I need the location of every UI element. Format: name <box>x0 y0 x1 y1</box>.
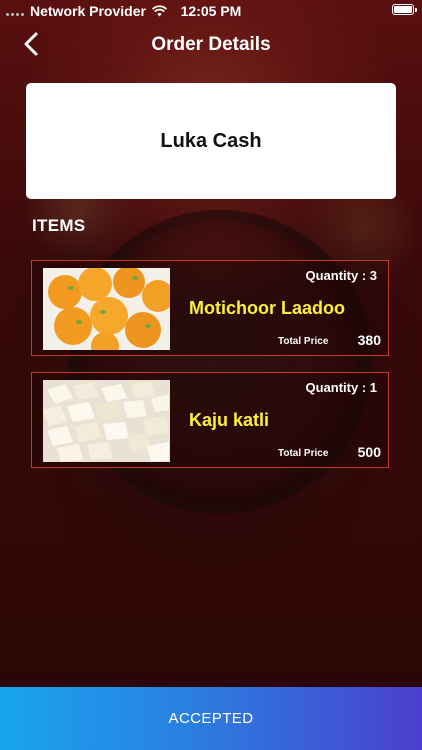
laddoo-photo <box>43 268 170 350</box>
item-name: Motichoor Laadoo <box>189 298 345 318</box>
order-item[interactable]: Quantity : 1 Kaju katli Total Price 500 <box>31 372 389 468</box>
item-quantity: Quantity : 1 <box>305 380 377 395</box>
page-title: Order Details <box>151 34 271 55</box>
order-item[interactable]: Quantity : 3 Motichoor Laadoo Total Pric… <box>31 260 389 356</box>
accepted-button-label: ACCEPTED <box>168 710 254 727</box>
total-price-label: Total Price <box>278 448 329 459</box>
status-time: 12:05 PM <box>180 3 242 19</box>
battery-icon <box>392 4 417 15</box>
total-price-label: Total Price <box>278 336 329 347</box>
customer-card: Luka Cash <box>26 83 396 199</box>
total-price-value: 500 <box>357 444 381 460</box>
background-plate <box>68 210 372 514</box>
nav-bar: Order Details <box>0 28 422 60</box>
customer-name: Luka Cash <box>160 129 262 152</box>
status-bar: Network Provider 12:05 PM <box>0 0 422 22</box>
total-price-value: 380 <box>357 332 381 348</box>
accepted-button[interactable]: ACCEPTED <box>0 687 422 750</box>
kaju-katli-photo <box>43 380 170 462</box>
item-quantity: Quantity : 3 <box>305 268 377 283</box>
items-heading: ITEMS <box>32 216 86 235</box>
item-name: Kaju katli <box>189 410 270 430</box>
